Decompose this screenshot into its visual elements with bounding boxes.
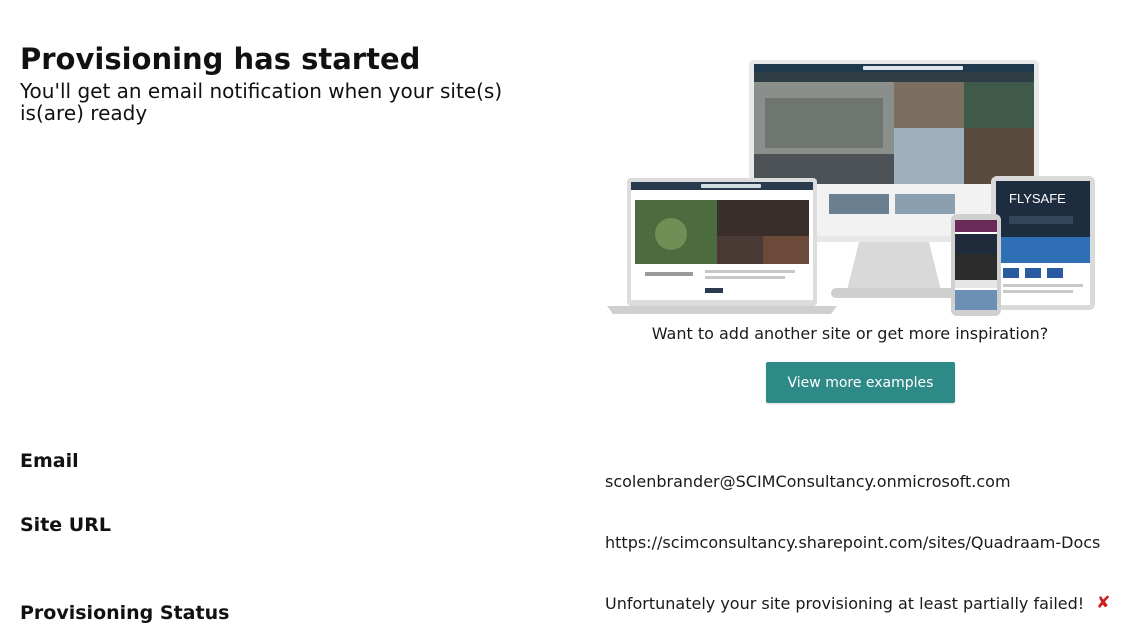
devices-hero-image: FLYSAFE [605, 58, 1095, 316]
laptop-illustration [607, 178, 837, 314]
provisioning-status-text: Unfortunately your site provisioning at … [605, 593, 1085, 613]
email-label: Email [20, 450, 79, 472]
view-more-examples-button[interactable]: View more examples [766, 362, 955, 403]
provisioning-status: Unfortunately your site provisioning at … [605, 593, 1110, 613]
phone-illustration [951, 214, 1001, 316]
tablet-illustration: FLYSAFE [991, 176, 1095, 310]
error-x-icon: ✘ [1096, 593, 1111, 613]
inspiration-prompt: Want to add another site or get more ins… [651, 324, 1049, 343]
provisioning-status-label: Provisioning Status [20, 602, 230, 624]
site-url-label: Site URL [20, 514, 111, 536]
email-value: scolenbrander@SCIMConsultancy.onmicrosof… [605, 472, 1011, 491]
tablet-brand-text: FLYSAFE [1009, 191, 1066, 206]
page-title: Provisioning has started [20, 42, 421, 76]
page-subtitle: You'll get an email notification when yo… [20, 79, 503, 125]
site-url-value[interactable]: https://scimconsultancy.sharepoint.com/s… [605, 533, 1100, 552]
